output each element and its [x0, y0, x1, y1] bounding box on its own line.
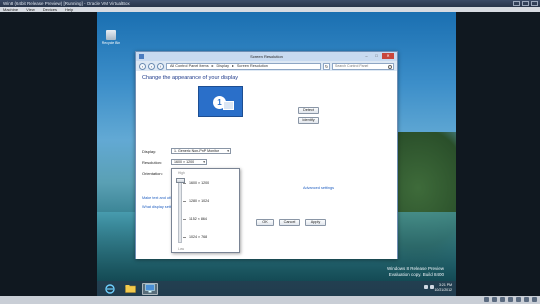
advanced-settings-link[interactable]: Advanced settings	[303, 186, 334, 190]
slider-tick	[183, 219, 186, 220]
refresh-button[interactable]: ↻	[323, 62, 330, 70]
slider-low-label: Low	[178, 247, 185, 251]
control-panel-taskbar-button[interactable]	[142, 282, 158, 295]
identify-button[interactable]: Identify	[298, 117, 319, 124]
minimize-button[interactable]	[513, 1, 520, 6]
resolution-value: 1600 × 1200	[174, 160, 195, 164]
window-titlebar[interactable]: Screen Resolution – □ ✕	[136, 52, 397, 61]
vbox-title: Win8 (64bit Release Preview) [Running] -…	[3, 1, 130, 6]
control-panel-icon	[145, 284, 155, 293]
internet-explorer-taskbar-button[interactable]	[102, 283, 118, 295]
search-input[interactable]: Search Control Panel	[332, 62, 394, 70]
mouse-integration-icon[interactable]	[524, 297, 529, 302]
build-watermark: Windows 8 Release Preview Evaluation cop…	[387, 266, 444, 278]
resolution-slider-popup: High 1600 × 1200 1280 × 1024 1152 × 864 …	[171, 168, 240, 253]
breadcrumb-separator-icon: ▸	[231, 63, 234, 68]
cancel-button[interactable]: Cancel	[279, 219, 300, 226]
forward-button[interactable]: ›	[148, 62, 155, 70]
window-maximize-button[interactable]: □	[372, 53, 381, 59]
monitor-preview[interactable]: 1	[198, 86, 243, 117]
ok-button[interactable]: OK	[256, 219, 274, 226]
breadcrumb-display[interactable]: Display	[217, 64, 229, 69]
usb-icon[interactable]	[500, 297, 505, 302]
display-value: 1. Generic Non-PnP Monitor	[174, 149, 220, 153]
monitor-screen-icon	[223, 101, 234, 110]
apply-button[interactable]: Apply	[305, 219, 326, 226]
chevron-down-icon: ▾	[203, 160, 205, 164]
recycle-bin-icon	[106, 30, 116, 40]
resolution-option[interactable]: 1152 × 864	[189, 217, 207, 221]
display-label: Display:	[142, 149, 157, 154]
clock-date[interactable]: 10/21/2012	[434, 288, 452, 293]
network-icon[interactable]	[424, 285, 428, 289]
back-button[interactable]: ‹	[139, 62, 146, 70]
recycle-bin-shortcut[interactable]: Recycle Bin	[100, 30, 122, 45]
menu-help[interactable]: Help	[65, 7, 73, 12]
resolution-label: Resolution:	[142, 160, 163, 165]
recycle-bin-label: Recycle Bin	[101, 41, 121, 45]
menu-devices[interactable]: Devices	[43, 7, 57, 12]
window-title: Screen Resolution	[250, 54, 283, 59]
window-minimize-button[interactable]: –	[362, 53, 371, 59]
resolution-slider-track[interactable]	[178, 179, 182, 243]
shared-folder-icon[interactable]	[516, 297, 521, 302]
system-tray: 3:21 PM 10/21/2012	[424, 283, 452, 293]
page-heading: Change the appearance of your display	[142, 75, 239, 81]
taskbar: 3:21 PM 10/21/2012	[97, 281, 456, 296]
address-bar[interactable]: All Control Panel Items ▸ Display ▸ Scre…	[166, 62, 321, 70]
menu-view[interactable]: View	[26, 7, 35, 12]
breadcrumb-screen-resolution[interactable]: Screen Resolution	[237, 64, 268, 69]
resolution-select[interactable]: 1600 × 1200 ▾	[171, 159, 207, 165]
resolution-option[interactable]: 1280 × 1024	[189, 199, 209, 203]
search-icon	[388, 64, 392, 69]
close-button[interactable]	[531, 1, 538, 6]
maximize-button[interactable]	[522, 1, 529, 6]
resolution-option[interactable]: 1024 × 768	[189, 235, 207, 239]
resolution-option[interactable]: 1600 × 1200	[189, 181, 209, 185]
vbox-device-icons	[484, 297, 537, 302]
detect-button[interactable]: Detect	[298, 107, 319, 114]
display-select[interactable]: 1. Generic Non-PnP Monitor ▾	[171, 148, 231, 154]
slider-high-label: High	[178, 171, 185, 175]
folder-icon	[124, 285, 136, 293]
internet-explorer-icon	[105, 283, 115, 294]
file-explorer-taskbar-button[interactable]	[122, 283, 138, 295]
slider-tick	[183, 201, 186, 202]
window-controls: – □ ✕	[362, 53, 394, 59]
hard-disk-icon[interactable]	[484, 297, 489, 302]
vbox-title-bar: Win8 (64bit Release Preview) [Running] -…	[0, 0, 540, 7]
slider-tick	[183, 237, 186, 238]
search-placeholder: Search Control Panel	[335, 63, 369, 68]
chevron-down-icon: ▾	[227, 149, 229, 153]
breadcrumb-separator-icon: ▸	[211, 63, 214, 68]
screen-resolution-window: Screen Resolution – □ ✕ ‹ › ↑ All Contro…	[135, 51, 398, 259]
host-key-icon[interactable]	[532, 297, 537, 302]
up-button[interactable]: ↑	[157, 62, 164, 70]
window-close-button[interactable]: ✕	[382, 53, 394, 59]
address-toolbar: ‹ › ↑ All Control Panel Items ▸ Display …	[136, 61, 397, 71]
watermark-line-2: Evaluation copy. Build 8400	[388, 272, 444, 277]
menu-machine[interactable]: Machine	[3, 7, 18, 12]
breadcrumb-all-items[interactable]: All Control Panel Items	[170, 64, 209, 69]
orientation-label: Orientation:	[142, 171, 163, 176]
tray-icons	[424, 285, 434, 289]
network-adapter-icon[interactable]	[508, 297, 513, 302]
optical-drive-icon[interactable]	[492, 297, 497, 302]
vbox-window-controls	[513, 1, 538, 6]
volume-icon[interactable]	[430, 285, 434, 289]
vbox-status-bar	[0, 296, 540, 304]
guest-desktop: Recycle Bin Screen Resolution – □ ✕ ‹ › …	[97, 12, 456, 296]
slider-tick	[183, 183, 186, 184]
